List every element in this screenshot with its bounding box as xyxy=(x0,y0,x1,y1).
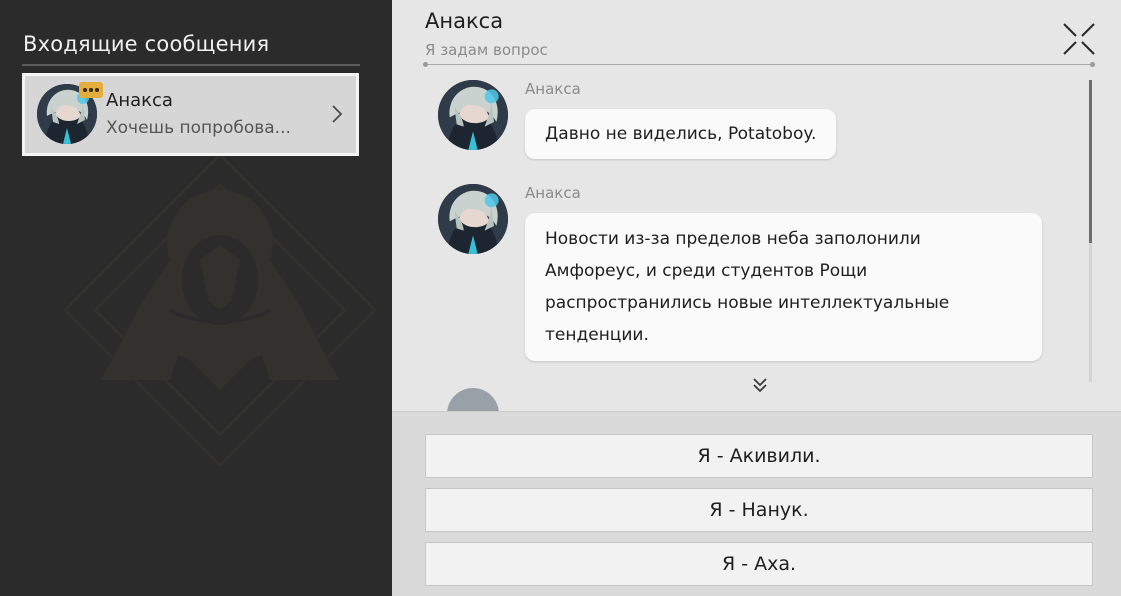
header-divider xyxy=(423,62,1095,67)
message-line: тенденции. xyxy=(545,325,649,345)
sender-avatar xyxy=(438,80,508,150)
message-line: Новости из-за пределов неба заполонили xyxy=(545,229,921,249)
contact-name: Анакса xyxy=(106,90,173,111)
reply-option-akivili[interactable]: Я - Акивили. xyxy=(425,434,1093,478)
message-line: Амфореус, и среди студентов Рощи xyxy=(545,261,868,281)
reply-options: Я - Акивили. Я - Нанук. Я - Аха. xyxy=(392,411,1121,596)
reply-option-nanuk[interactable]: Я - Нанук. xyxy=(425,488,1093,532)
message-line: Давно не виделись, Potatoboy. xyxy=(545,124,817,144)
inbox-panel: Входящие сообщения Анакса Хочешь попробо… xyxy=(0,0,392,596)
contact-item-anaxa[interactable]: Анакса Хочешь попробова... xyxy=(22,73,359,156)
chat-panel: Анакса Я задам вопрос Анакса Давно не ви… xyxy=(392,0,1121,596)
message-bubble: Новости из-за пределов неба заполонили А… xyxy=(525,213,1042,361)
chat-subtitle: Я задам вопрос xyxy=(425,41,548,59)
sender-name: Анакса xyxy=(525,184,581,202)
chat-title: Анакса xyxy=(425,9,504,33)
sender-name: Анакса xyxy=(525,80,581,98)
faction-emblem-icon xyxy=(62,152,378,468)
sender-avatar xyxy=(438,184,508,254)
message-list[interactable]: Анакса Давно не виделись, Potatoboy. Ана… xyxy=(392,66,1121,411)
message-bubble: Давно не виделись, Potatoboy. xyxy=(525,109,837,159)
message-line: распространились новые интеллектуальные xyxy=(545,293,950,313)
typing-dots-icon xyxy=(79,82,103,98)
reply-option-aha[interactable]: Я - Аха. xyxy=(425,542,1093,586)
inbox-title: Входящие сообщения xyxy=(23,32,270,56)
scrollbar[interactable] xyxy=(1089,80,1092,382)
double-chevron-down-icon[interactable] xyxy=(750,375,770,395)
close-icon[interactable] xyxy=(1060,20,1098,58)
chevron-right-icon xyxy=(332,105,343,123)
contact-preview: Хочешь попробова... xyxy=(106,118,291,138)
scrollbar-thumb[interactable] xyxy=(1089,80,1092,243)
sender-avatar xyxy=(447,388,499,411)
inbox-divider xyxy=(22,64,360,66)
